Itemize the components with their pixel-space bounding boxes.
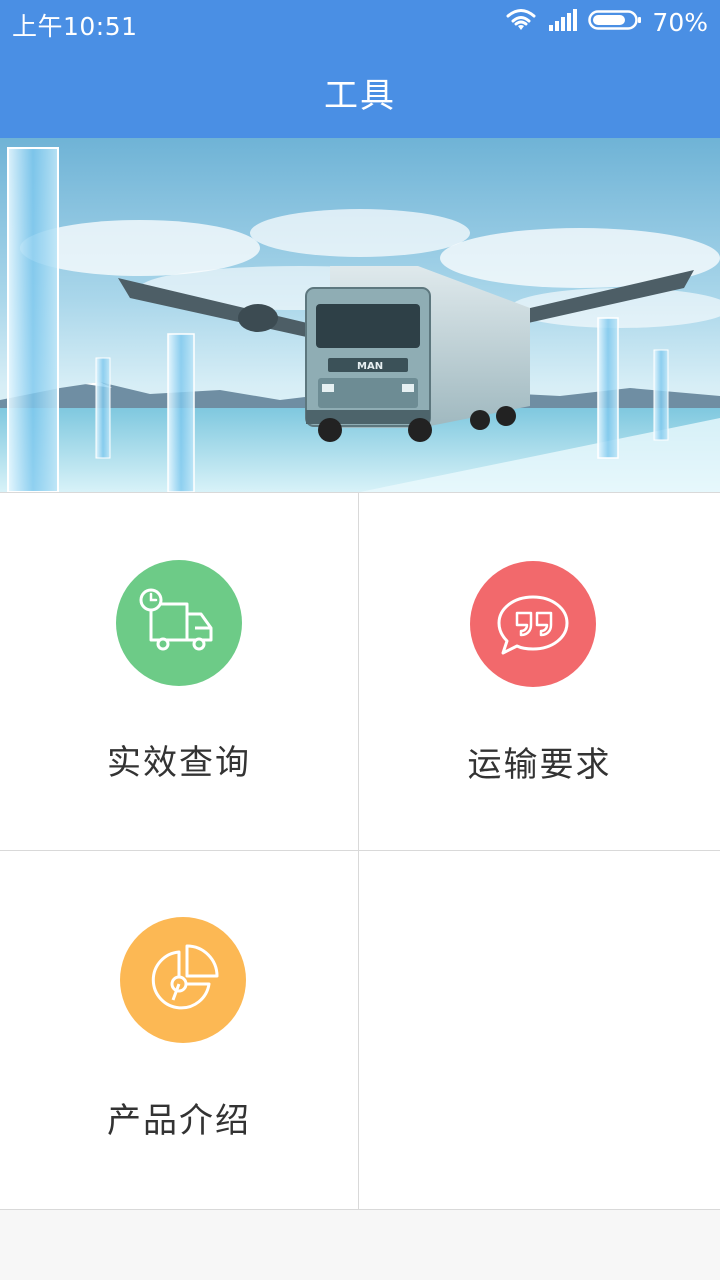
tool-timeliness-query[interactable]: 实效查询 <box>0 493 359 851</box>
status-bar: 上午10:51 70% <box>0 0 720 44</box>
battery-icon <box>588 8 642 36</box>
delivery-truck-clock-icon <box>116 560 242 686</box>
quote-bubble-icon <box>470 561 596 687</box>
status-indicators: 70% <box>504 6 708 38</box>
wifi-icon <box>504 7 538 37</box>
pie-chart-icon <box>120 917 246 1043</box>
svg-text:MAN: MAN <box>357 361 383 372</box>
empty-tool-cell <box>359 851 720 1210</box>
tool-transport-requirements[interactable]: 运输要求 <box>359 493 720 851</box>
signal-icon <box>548 8 578 36</box>
title-bar: 工具 <box>0 44 720 138</box>
tool-label: 运输要求 <box>467 745 612 785</box>
tool-label: 产品介绍 <box>107 1101 251 1141</box>
status-time: 上午10:51 <box>12 12 138 41</box>
tool-grid: 实效查询 运输要求 产品介绍 <box>0 492 720 1210</box>
tools-page: 上午10:51 70% 工具 MAN 实效查询 运输要求 产品介绍 <box>0 0 720 1280</box>
battery-percent: 70% <box>652 7 708 37</box>
tool-product-introduction[interactable]: 产品介绍 <box>0 851 359 1210</box>
truck-airplane-banner-image: MAN <box>0 138 720 492</box>
bottom-spacer <box>0 1210 720 1280</box>
banner-image: MAN <box>0 138 720 492</box>
page-title: 工具 <box>324 76 396 116</box>
tool-label: 实效查询 <box>107 743 251 783</box>
